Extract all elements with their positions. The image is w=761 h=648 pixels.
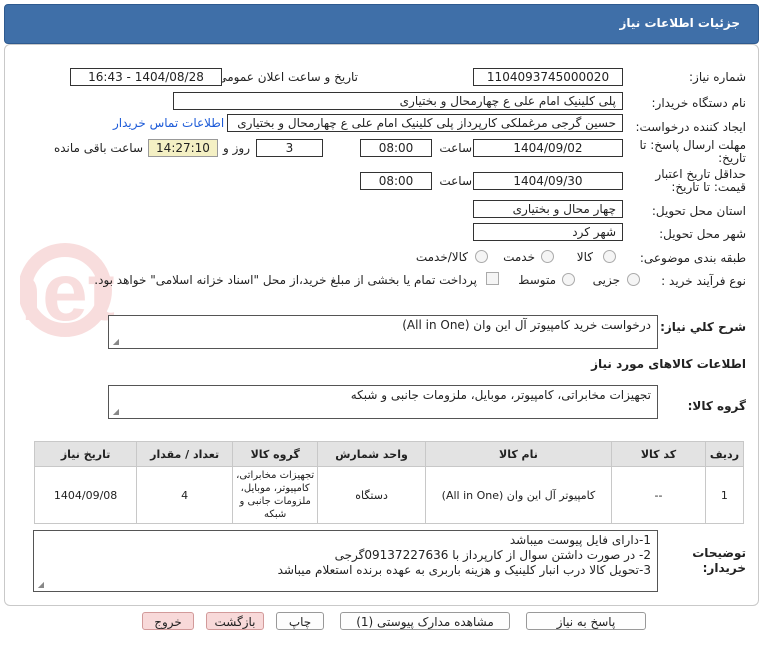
deadline-time-label: ساعت xyxy=(439,141,472,155)
exit-button[interactable]: خروج xyxy=(142,612,194,630)
goods-info-title: اطلاعات کالاهای مورد نیاز xyxy=(591,357,746,371)
header-bar: جزئیات اطلاعات نیاز xyxy=(4,4,759,44)
col-qty: تعداد / مقدار xyxy=(136,441,234,467)
resize-grip-icon: ◢ xyxy=(37,580,44,589)
category-goods-service-radio[interactable] xyxy=(475,250,488,263)
announce-label: تاریخ و ساعت اعلان عمومی: xyxy=(213,70,358,84)
category-service-radio[interactable] xyxy=(541,250,554,263)
buyer-org-field: پلی کلینیک امام علی ع چهارمحال و بختیاری xyxy=(173,92,623,110)
category-service-label: خدمت xyxy=(503,250,535,264)
items-table: ردیف کد کالا نام کالا واحد شمارش گروه کا… xyxy=(33,441,745,524)
table-row: 1 -- کامپیوتر آل این وان (All in One) دس… xyxy=(33,466,745,524)
validity-time-field: 08:00 xyxy=(360,172,432,190)
page-title: جزئیات اطلاعات نیاز xyxy=(619,16,740,30)
description-text: درخواست خرید کامپیوتر آل این وان (All in… xyxy=(402,318,651,332)
col-row: ردیف xyxy=(704,441,745,467)
view-attachments-button[interactable]: مشاهده مدارک پیوستی (1) xyxy=(340,612,510,630)
validity-label-2: قیمت: تا تاریخ: xyxy=(671,180,746,194)
notes-label-2: خریدار: xyxy=(702,561,746,575)
city-label: شهر محل تحویل: xyxy=(659,227,746,241)
days-field: 3 xyxy=(256,139,323,157)
province-label: استان محل تحویل: xyxy=(651,204,746,218)
deadline-label-2: تاریخ: xyxy=(718,151,746,165)
reply-button[interactable]: پاسخ به نیاز xyxy=(526,612,646,630)
cell-date: 1404/09/08 xyxy=(33,466,138,524)
process-minor-label: جزیی xyxy=(592,273,620,287)
col-date: تاریخ نیاز xyxy=(33,441,138,467)
city-field: شهر کرد xyxy=(473,223,623,241)
process-minor-radio[interactable] xyxy=(627,273,640,286)
validity-date-field: 1404/09/30 xyxy=(473,172,623,190)
process-medium-label: متوسط xyxy=(518,273,556,287)
category-goods-radio[interactable] xyxy=(603,250,616,263)
validity-time-label: ساعت xyxy=(439,174,472,188)
goods-group-label: گروه کالا: xyxy=(687,399,746,413)
notes-line-1: 1-دارای فایل پیوست میباشد xyxy=(509,533,651,547)
category-goods-label: کالا xyxy=(576,250,593,264)
print-button[interactable]: چاپ xyxy=(276,612,324,630)
resize-grip-icon: ◢ xyxy=(112,337,119,346)
resize-grip-icon: ◢ xyxy=(112,407,119,416)
description-textarea[interactable]: درخواست خرید کامپیوتر آل این وان (All in… xyxy=(108,315,658,349)
creator-label: ایجاد کننده درخواست: xyxy=(635,120,746,134)
buyer-org-label: نام دستگاه خریدار: xyxy=(651,96,747,110)
category-label: طبقه بندی موضوعی: xyxy=(639,251,746,265)
table-header-row: ردیف کد کالا نام کالا واحد شمارش گروه کا… xyxy=(33,441,745,467)
notes-label: توضیحات xyxy=(692,546,746,560)
deadline-label: مهلت ارسال پاسخ: تا xyxy=(639,138,746,152)
goods-group-textarea[interactable]: تجهیزات مخابراتی، کامپیوتر، موبایل، ملزو… xyxy=(108,385,658,419)
need-number-label: شماره نیاز: xyxy=(689,70,746,84)
back-button[interactable]: بازگشت xyxy=(206,612,264,630)
cell-code: -- xyxy=(611,466,706,524)
deadline-date-field: 1404/09/02 xyxy=(473,139,623,157)
province-field: چهار محال و بختیاری xyxy=(473,200,623,218)
validity-label: حداقل تاریخ اعتبار xyxy=(655,167,746,181)
need-number-field: 1104093745000020 xyxy=(473,68,623,86)
col-name: نام کالا xyxy=(424,441,613,467)
goods-group-text: تجهیزات مخابراتی، کامپیوتر، موبایل، ملزو… xyxy=(350,388,651,402)
cell-unit: دستگاه xyxy=(317,466,426,524)
cell-group: تجهیزات مخابراتی، کامپیوتر، موبایل، ملزو… xyxy=(232,466,319,524)
cell-row: 1 xyxy=(704,466,745,524)
payment-note: پرداخت تمام یا بخشی از مبلغ خرید،از محل … xyxy=(94,273,477,287)
contact-buyer-link[interactable]: اطلاعات تماس خریدار xyxy=(113,116,224,130)
remaining-time-field: 14:27:10 xyxy=(148,139,218,157)
process-medium-radio[interactable] xyxy=(562,273,575,286)
cell-name: کامپیوتر آل این وان (All in One) xyxy=(424,466,613,524)
deadline-time-field: 08:00 xyxy=(360,139,432,157)
col-code: کد کالا xyxy=(611,441,706,467)
notes-textarea[interactable]: 1-دارای فایل پیوست میباشد 2- در صورت داش… xyxy=(33,530,658,592)
category-goods-service-label: کالا/خدمت xyxy=(415,250,468,264)
col-unit: واحد شمارش xyxy=(317,441,426,467)
description-label: شرح كلي نياز: xyxy=(660,320,746,334)
notes-line-3: 3-تحویل کالا درب انبار کلینیک و هزینه با… xyxy=(277,563,651,577)
creator-field: حسین گرجی مرغملکی کارپرداز پلی کلینیک ام… xyxy=(227,114,623,132)
col-group: گروه کالا xyxy=(232,441,319,467)
announce-field: 1404/08/28 - 16:43 xyxy=(70,68,222,86)
treasury-checkbox[interactable] xyxy=(486,272,499,285)
remaining-label: ساعت باقی مانده xyxy=(53,141,143,155)
cell-qty: 4 xyxy=(136,466,234,524)
process-label: نوع فرآیند خرید : xyxy=(661,274,746,288)
notes-line-2: 2- در صورت داشتن سوال از کارپرداز با 091… xyxy=(334,548,651,562)
days-label: روز و xyxy=(223,141,250,155)
